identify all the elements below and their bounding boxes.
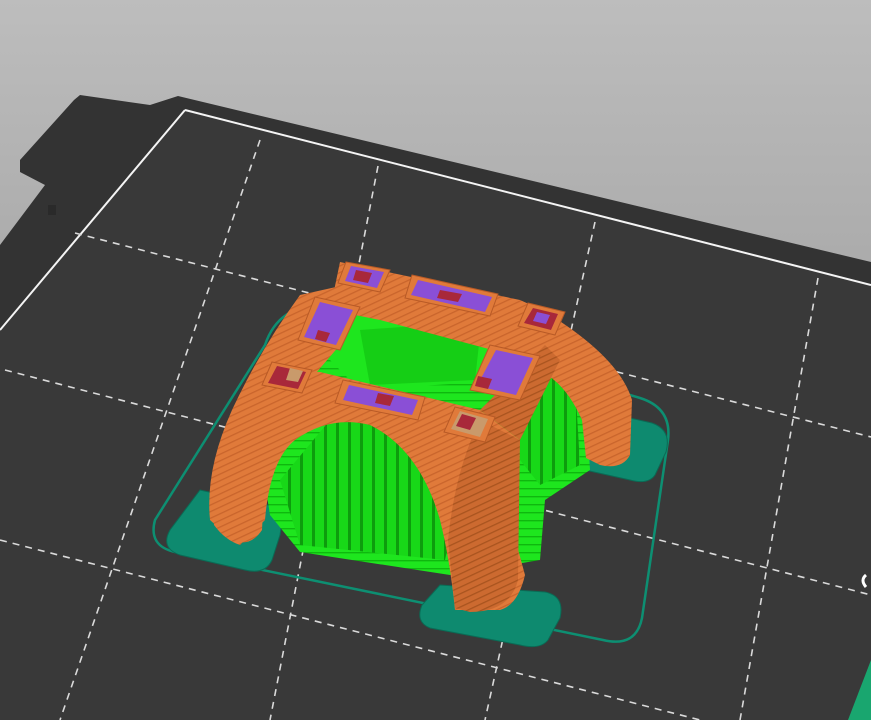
bed-notch [48, 205, 56, 215]
3d-preview-viewport[interactable] [0, 0, 871, 720]
preview-canvas[interactable] [0, 0, 871, 720]
